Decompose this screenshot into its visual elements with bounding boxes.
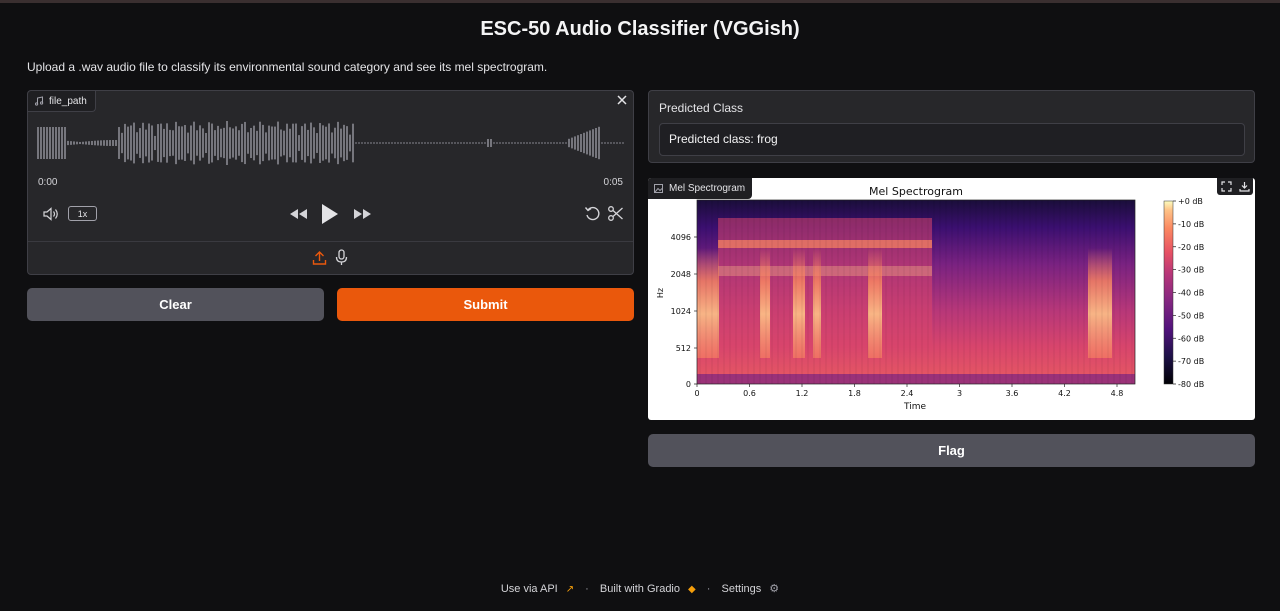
spectrogram-label-chip: Mel Spectrogram: [648, 178, 753, 199]
energy-column: [760, 248, 770, 358]
rocket-icon: ↗: [565, 584, 575, 595]
energy-region: [718, 218, 932, 348]
predicted-class-output[interactable]: Predicted class: frog: [659, 123, 1245, 156]
footer: Use via API ↗ · Built with Gradio ◆ · Sett…: [0, 582, 1280, 595]
colorbar-tick-label: -10 dB: [1178, 220, 1204, 229]
y-tick-label: 0: [686, 380, 691, 389]
x-axis-label: Time: [903, 402, 926, 412]
chart-title: Mel Spectrogram: [869, 185, 963, 198]
y-axis-label: Hz: [656, 288, 665, 298]
colorbar: [1163, 200, 1174, 385]
gear-icon: ⚙: [769, 583, 780, 595]
submit-button[interactable]: Submit: [337, 288, 634, 321]
page-title: ESC-50 Audio Classifier (VGGish): [480, 18, 800, 40]
play-icon[interactable]: [320, 202, 340, 226]
scissors-icon[interactable]: [607, 205, 624, 222]
settings-link[interactable]: Settings: [722, 583, 762, 595]
y-tick-label: 512: [676, 344, 691, 353]
fast-forward-icon[interactable]: [353, 206, 373, 222]
colorbar-ticks: +0 dB -10 dB -20 dB -30 dB -40 dB -50 dB -60 d…: [1173, 197, 1204, 389]
image-icon: [654, 184, 663, 193]
current-time: 0:00: [38, 177, 58, 188]
colorbar-tick-label: -60 dB: [1178, 334, 1204, 343]
energy-column: [1088, 248, 1112, 358]
audio-label: file_path: [49, 95, 87, 107]
colorbar-tick-label: -70 dB: [1178, 357, 1204, 366]
footer-separator: ·: [585, 583, 589, 595]
colorbar-tick-label: -50 dB: [1178, 311, 1204, 320]
page-description: Upload a .wav audio file to classify its…: [27, 60, 548, 74]
playback-speed-button[interactable]: 1x: [68, 206, 97, 221]
predicted-class-panel: Predicted Class Predicted class: frog: [648, 90, 1255, 163]
y-tick-label: 2048: [671, 270, 691, 279]
audio-input-panel: file_path 0:00 0:05 1x: [27, 90, 634, 275]
use-api-link[interactable]: Use via API: [501, 583, 558, 595]
gradio-logo-icon: ◆: [688, 584, 696, 595]
rewind-icon[interactable]: [288, 206, 308, 222]
energy-column: [793, 248, 805, 358]
microphone-icon[interactable]: [335, 249, 348, 266]
audio-waveform[interactable]: [36, 121, 626, 165]
spectrogram-label: Mel Spectrogram: [669, 183, 746, 194]
flag-button[interactable]: Flag: [648, 434, 1255, 467]
music-icon: [34, 96, 44, 106]
x-tick-label: 3.6: [1006, 389, 1019, 398]
x-tick-label: 0.6: [743, 389, 756, 398]
download-icon[interactable]: [1238, 181, 1250, 192]
audio-label-chip: file_path: [28, 91, 96, 112]
x-tick-label: 1.8: [848, 389, 861, 398]
colorbar-tick-label: -30 dB: [1178, 266, 1204, 275]
top-accent-line: [0, 0, 1280, 3]
x-tick-label: 2.4: [901, 389, 914, 398]
volume-icon[interactable]: [42, 206, 60, 222]
duration: 0:05: [603, 177, 623, 188]
mel-spectrogram-chart: Mel Spectrogram 0 0.6 1.2 1.8 2.4 3 3.6 4.2 4.8 0…: [656, 185, 1204, 412]
fullscreen-icon[interactable]: [1220, 181, 1232, 192]
colorbar-tick-label: -80 dB: [1178, 380, 1204, 389]
colorbar-tick-label: -20 dB: [1178, 243, 1204, 252]
footer-separator: ·: [706, 583, 711, 595]
spectrogram-plot-area: [697, 200, 1135, 384]
reset-icon[interactable]: [584, 205, 601, 222]
panel-divider: [28, 241, 633, 242]
colorbar-tick-label: +0 dB: [1178, 197, 1203, 206]
mel-spectrogram-panel: Mel Spectrogram Mel Spectrogram 0 0.6 1.…: [648, 178, 1255, 420]
colorbar-tick-label: -40 dB: [1178, 289, 1204, 298]
clear-button[interactable]: Clear: [27, 288, 324, 321]
y-tick-label: 4096: [671, 233, 691, 242]
upload-icon[interactable]: [312, 250, 327, 266]
energy-band: [718, 240, 932, 248]
spectrogram-toolbar: [1217, 178, 1253, 195]
x-tick-label: 1.2: [796, 389, 809, 398]
built-with-gradio-link[interactable]: Built with Gradio: [600, 583, 680, 595]
y-tick-label: 1024: [671, 307, 691, 316]
x-tick-label: 4.8: [1111, 389, 1124, 398]
energy-band: [718, 266, 932, 276]
x-tick-label: 4.2: [1058, 389, 1071, 398]
x-tick-label: 0: [694, 389, 699, 398]
close-icon[interactable]: [615, 93, 629, 107]
predicted-class-label: Predicted Class: [659, 101, 744, 115]
x-tick-label: 3: [957, 389, 962, 398]
